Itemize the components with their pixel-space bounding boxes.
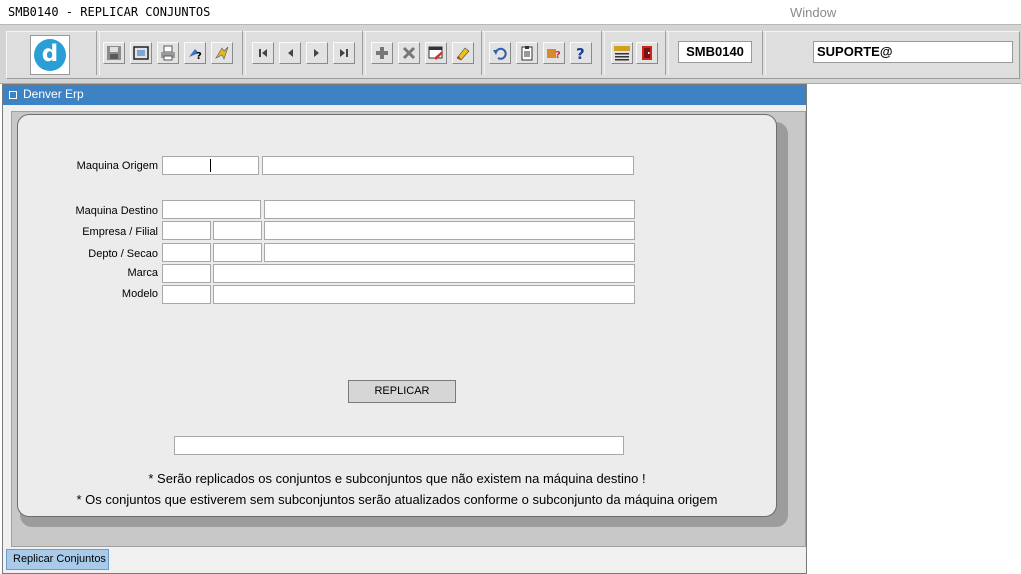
help-icon: ? xyxy=(576,45,585,61)
clipboard-icon xyxy=(521,46,533,61)
help-hand-button[interactable]: ? xyxy=(543,42,565,64)
save-button[interactable] xyxy=(103,42,125,64)
menu-button[interactable] xyxy=(611,42,633,64)
last-record-icon xyxy=(340,49,348,57)
form-code: SMB0140 xyxy=(678,41,752,63)
note-updated: * Os conjuntos que estiverem sem subconj… xyxy=(76,492,718,507)
depto-secao-desc-field[interactable] xyxy=(264,243,635,262)
marca-desc-field[interactable] xyxy=(213,264,635,283)
edit-record-button[interactable] xyxy=(425,42,447,64)
empresa-filial-desc-field[interactable] xyxy=(264,221,635,240)
help-hand-icon: ? xyxy=(547,49,561,61)
toolbar-separator xyxy=(96,31,100,75)
tab-replicar-conjuntos[interactable]: Replicar Conjuntos xyxy=(6,549,109,570)
marca-code-input[interactable] xyxy=(162,264,211,283)
next-record-button[interactable] xyxy=(306,42,328,64)
secao-input[interactable] xyxy=(213,243,262,262)
toolbar-separator xyxy=(665,31,669,75)
svg-text:?: ? xyxy=(555,50,561,61)
status-field xyxy=(174,436,624,455)
empresa-filial-label: Empresa / Filial xyxy=(82,226,158,238)
undo-button[interactable] xyxy=(489,42,511,64)
modelo-desc-field[interactable] xyxy=(213,285,635,304)
toolbar-separator xyxy=(362,31,366,75)
insert-record-icon xyxy=(376,47,388,59)
previous-record-icon xyxy=(288,49,293,57)
depto-secao-label: Depto / Secao xyxy=(88,248,158,260)
app-title: SMB0140 - REPLICAR CONJUNTOS xyxy=(8,5,211,19)
clear-icon xyxy=(456,47,470,61)
menu-window[interactable]: Window xyxy=(790,5,836,20)
last-record-button[interactable] xyxy=(333,42,355,64)
logo-icon: d xyxy=(34,39,66,71)
filial-input[interactable] xyxy=(213,221,262,240)
text-cursor xyxy=(210,159,211,172)
replicar-button[interactable]: REPLICAR xyxy=(348,380,456,403)
empresa-input[interactable] xyxy=(162,221,211,240)
maquina-destino-desc-field[interactable] xyxy=(264,200,635,219)
user-field: SUPORTE@ xyxy=(813,41,1013,63)
print-preview-icon xyxy=(133,46,149,60)
maquina-destino-label: Maquina Destino xyxy=(75,205,158,217)
execute-query-button[interactable] xyxy=(211,42,233,64)
help-button[interactable]: ? xyxy=(570,42,592,64)
menu-icon xyxy=(614,46,630,61)
first-record-button[interactable] xyxy=(252,42,274,64)
first-record-icon xyxy=(259,49,267,57)
clipboard-button[interactable] xyxy=(516,42,538,64)
delete-record-icon xyxy=(402,46,416,60)
note-replicated: * Serão replicados os conjuntos e subcon… xyxy=(148,471,646,486)
window-title-bar: Denver Erp xyxy=(3,85,806,105)
exit-button[interactable] xyxy=(636,42,658,64)
svg-text:?: ? xyxy=(576,45,585,61)
modelo-label: Modelo xyxy=(121,288,158,300)
depto-input[interactable] xyxy=(162,243,211,262)
print-icon xyxy=(161,45,175,61)
toolbar-separator xyxy=(601,31,605,75)
query-icon: ? xyxy=(189,49,202,61)
maquina-destino-code-input[interactable] xyxy=(162,200,261,219)
insert-record-button[interactable] xyxy=(371,42,393,64)
enter-query-button[interactable]: ? xyxy=(184,42,206,64)
marca-label: Marca xyxy=(127,267,158,279)
edit-record-icon xyxy=(428,46,443,60)
window-title: Denver Erp xyxy=(23,87,84,101)
delete-record-button[interactable] xyxy=(398,42,420,64)
toolbar-separator xyxy=(762,31,766,75)
undo-icon xyxy=(493,47,507,60)
title-bar: SMB0140 - REPLICAR CONJUNTOS Window xyxy=(0,0,1021,24)
save-icon xyxy=(107,46,121,60)
maquina-origem-label: Maquina Origem xyxy=(76,160,158,172)
toolbar-separator xyxy=(242,31,246,75)
toolbar-separator xyxy=(481,31,485,75)
print-preview-button[interactable] xyxy=(130,42,152,64)
print-button[interactable] xyxy=(157,42,179,64)
denver-logo[interactable]: d xyxy=(30,35,70,75)
window-icon[interactable] xyxy=(9,91,17,99)
logo-letter: d xyxy=(41,41,59,67)
exit-icon xyxy=(642,46,652,60)
maquina-origem-desc-field[interactable] xyxy=(262,156,634,175)
clear-button[interactable] xyxy=(452,42,474,64)
svg-text:?: ? xyxy=(196,51,202,61)
next-record-icon xyxy=(314,49,319,57)
modelo-code-input[interactable] xyxy=(162,285,211,304)
previous-record-button[interactable] xyxy=(279,42,301,64)
execute-query-icon xyxy=(215,46,229,60)
